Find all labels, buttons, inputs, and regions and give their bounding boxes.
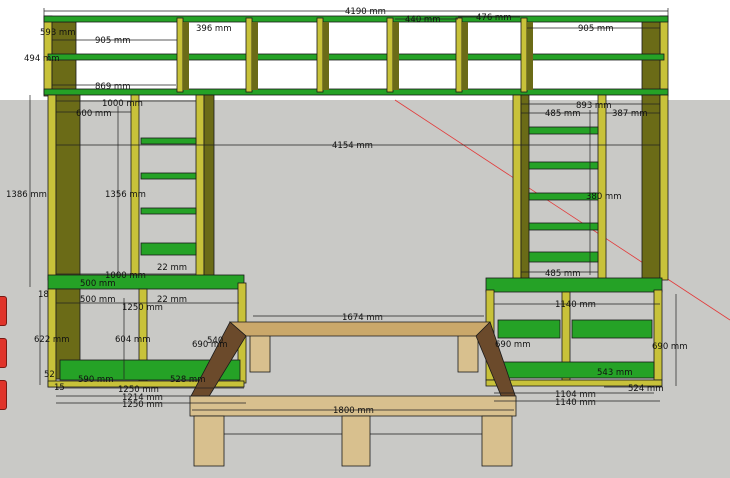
right-shelf-2: [528, 161, 599, 170]
label-543: 543 mm: [597, 368, 633, 378]
right-tower-outer-face: [641, 94, 661, 281]
top-divider-3-face: [323, 22, 329, 90]
left-small-shelf-2: [140, 172, 197, 180]
label-593: 593 mm: [40, 28, 76, 38]
bed-back-rail: [228, 321, 495, 337]
right-shelf-5: [528, 251, 599, 263]
label-18: 18: [38, 290, 49, 300]
label-396: 396 mm: [196, 24, 232, 34]
sketchup-viewport[interactable]: 4190 mm 905 mm 905 mm 440 mm 476 mm 396 …: [0, 0, 730, 478]
label-1140-bottom: 1140 mm: [555, 398, 596, 408]
side-tab-2[interactable]: [0, 338, 7, 368]
label-bed-top: 1674 mm: [342, 313, 383, 323]
label-476: 476 mm: [476, 13, 512, 23]
top-divider-5-face: [462, 22, 468, 90]
bed-front-right-leg: [481, 415, 513, 467]
label-690-a: 690 mm: [495, 340, 531, 350]
label-bed-front: 1800 mm: [333, 406, 374, 416]
top-divider-4-face: [393, 22, 399, 90]
left-tower-middle-side: [130, 94, 140, 281]
right-lower-mid-shelf-a: [497, 319, 561, 339]
label-622: 622 mm: [34, 335, 70, 345]
left-small-shelf-3: [140, 207, 197, 215]
label-590: 590 mm: [78, 375, 114, 385]
side-tab-3[interactable]: [0, 380, 7, 410]
label-52: 52: [44, 370, 55, 380]
right-tower-outer-side: [659, 94, 669, 281]
label-485-top: 485 mm: [545, 109, 581, 119]
left-small-shelf-1: [140, 137, 197, 145]
top-divider-6-face: [527, 22, 533, 90]
label-22-a: 22 mm: [157, 263, 187, 273]
bed-back-left-leg: [249, 333, 271, 373]
left-tower-outer-face: [55, 94, 81, 281]
label-1000-top: 1000 mm: [102, 99, 143, 109]
label-380: 380 mm: [586, 192, 622, 202]
top-divider-2-face: [252, 22, 258, 90]
right-tower-middle-side: [597, 94, 607, 281]
label-524: 524 mm: [628, 384, 664, 394]
label-1140-top: 1140 mm: [555, 300, 596, 310]
left-tower-outer-side: [47, 94, 57, 281]
top-bottom-shelf: [43, 88, 669, 96]
side-tab-1[interactable]: [0, 296, 7, 326]
label-690-b: 690 mm: [652, 342, 688, 352]
top-divider-1: [176, 17, 184, 93]
label-440: 440 mm: [405, 15, 441, 25]
right-lower-outer-side: [653, 289, 663, 381]
label-4154: 4154 mm: [332, 141, 373, 151]
right-tower-inner-side: [512, 94, 522, 281]
label-500-b: 500 mm: [80, 295, 116, 305]
top-divider-6: [520, 17, 528, 93]
top-divider-3: [316, 17, 324, 93]
label-15: 15: [54, 383, 65, 393]
label-1250-b: 1250 mm: [122, 400, 163, 410]
top-divider-1-face: [183, 22, 189, 90]
left-tower-inner-side: [195, 94, 205, 281]
label-494: 494 mm: [24, 54, 60, 64]
label-893: 893 mm: [576, 101, 612, 111]
label-600-top: 600 mm: [76, 109, 112, 119]
bed-front-middle-leg: [341, 415, 371, 467]
label-1386: 1386 mm: [6, 190, 47, 200]
label-485-bottom: 485 mm: [545, 269, 581, 279]
top-divider-2: [245, 17, 253, 93]
label-top-right-width: 905 mm: [578, 24, 614, 34]
label-604: 604 mm: [115, 335, 151, 345]
label-top-left-width: 905 mm: [95, 36, 131, 46]
label-869: 869 mm: [95, 82, 131, 92]
right-shelf-1: [528, 126, 599, 135]
label-500-a: 500 mm: [80, 279, 116, 289]
right-tower-base-shelf: [485, 277, 663, 293]
top-divider-4: [386, 17, 394, 93]
label-387: 387 mm: [612, 109, 648, 119]
label-1356: 1356 mm: [105, 190, 146, 200]
3d-model-canvas[interactable]: 4190 mm 905 mm 905 mm 440 mm 476 mm 396 …: [0, 0, 730, 478]
right-tower-inner-face: [520, 94, 530, 281]
label-22-b: 22 mm: [157, 295, 187, 305]
left-small-shelf-4: [140, 242, 197, 256]
top-middle-shelf: [47, 53, 665, 61]
bed-front-left-leg: [193, 415, 225, 467]
label-528: 528 mm: [170, 375, 206, 385]
left-tower-inner-face: [203, 94, 215, 281]
right-shelf-4: [528, 222, 599, 231]
label-top-total: 4190 mm: [345, 7, 386, 17]
bed-back-right-leg: [457, 333, 479, 373]
top-divider-5: [455, 17, 463, 93]
label-540: 540: [207, 336, 223, 346]
right-lower-mid-shelf-b: [571, 319, 653, 339]
left-tower-base-shelf: [47, 274, 245, 290]
